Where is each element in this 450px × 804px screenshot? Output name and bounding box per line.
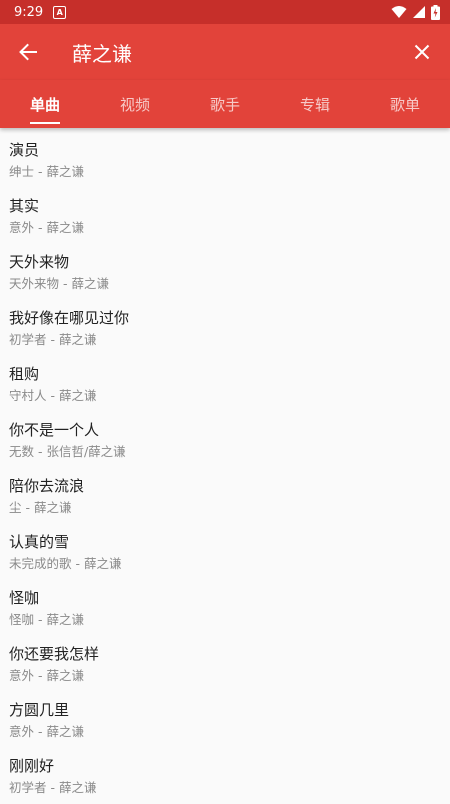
song-title: 认真的雪 — [9, 533, 70, 551]
list-item[interactable]: 认真的雪 未完成的歌 - 薛之谦 — [0, 524, 450, 580]
song-subtitle: 天外来物 - 薛之谦 — [9, 276, 109, 291]
status-bar: 9:29 A — [0, 0, 450, 24]
tab-artists[interactable]: 歌手 — [180, 80, 270, 128]
song-subtitle: 未完成的歌 - 薛之谦 — [9, 556, 122, 571]
song-title: 其实 — [9, 197, 40, 215]
song-subtitle: 初学者 - 薛之谦 — [9, 780, 97, 795]
song-title: 我好像在哪见过你 — [9, 309, 130, 327]
list-item[interactable]: 租购 守村人 - 薛之谦 — [0, 356, 450, 412]
song-subtitle: 意外 - 薛之谦 — [9, 668, 84, 683]
list-item[interactable]: 你还要我怎样 意外 - 薛之谦 — [0, 636, 450, 692]
list-item[interactable]: 天外来物 天外来物 - 薛之谦 — [0, 244, 450, 300]
list-item[interactable]: 刚刚好 初学者 - 薛之谦 — [0, 748, 450, 804]
status-time: 9:29 — [14, 4, 44, 20]
app-bar: 薛之谦 — [0, 24, 450, 80]
song-list: 演员 绅士 - 薛之谦 其实 意外 - 薛之谦 天外来物 天外来物 - 薛之谦 … — [0, 128, 450, 804]
close-button[interactable] — [394, 24, 450, 80]
back-button[interactable] — [0, 24, 56, 80]
list-item[interactable]: 我好像在哪见过你 初学者 - 薛之谦 — [0, 300, 450, 356]
list-item[interactable]: 怪咖 怪咖 - 薛之谦 — [0, 580, 450, 636]
list-item[interactable]: 陪你去流浪 尘 - 薛之谦 — [0, 468, 450, 524]
page-title: 薛之谦 — [72, 41, 132, 66]
song-title: 天外来物 — [9, 253, 70, 271]
list-item[interactable]: 演员 绅士 - 薛之谦 — [0, 132, 450, 188]
song-title: 方圆几里 — [9, 701, 70, 719]
song-title: 你还要我怎样 — [9, 645, 100, 663]
song-title: 租购 — [9, 365, 40, 383]
song-subtitle: 尘 - 薛之谦 — [9, 500, 72, 515]
song-subtitle: 绅士 - 薛之谦 — [9, 164, 84, 179]
song-subtitle: 意外 - 薛之谦 — [9, 220, 84, 235]
tab-bar: 单曲 视频 歌手 专辑 歌单 — [0, 80, 450, 128]
song-subtitle: 无数 - 张信哲/薛之谦 — [9, 444, 126, 459]
song-title: 怪咖 — [9, 589, 40, 607]
list-item[interactable]: 其实 意外 - 薛之谦 — [0, 188, 450, 244]
song-subtitle: 守村人 - 薛之谦 — [9, 388, 97, 403]
song-title: 你不是一个人 — [9, 421, 100, 439]
song-subtitle: 怪咖 - 薛之谦 — [9, 612, 84, 627]
song-title: 刚刚好 — [9, 757, 55, 775]
song-title: 陪你去流浪 — [9, 477, 85, 495]
signal-icon — [413, 6, 425, 18]
list-item[interactable]: 你不是一个人 无数 - 张信哲/薛之谦 — [0, 412, 450, 468]
tab-videos[interactable]: 视频 — [90, 80, 180, 128]
song-title: 演员 — [9, 141, 40, 159]
notification-icon: A — [53, 5, 67, 19]
list-item[interactable]: 方圆几里 意外 - 薛之谦 — [0, 692, 450, 748]
close-icon — [414, 44, 430, 60]
arrow-back-icon — [19, 43, 37, 61]
tab-albums[interactable]: 专辑 — [270, 80, 360, 128]
song-subtitle: 意外 - 薛之谦 — [9, 724, 84, 739]
tab-songs[interactable]: 单曲 — [0, 80, 90, 128]
wifi-icon — [391, 6, 407, 18]
battery-icon — [431, 4, 440, 20]
tab-playlists[interactable]: 歌单 — [360, 80, 450, 128]
song-subtitle: 初学者 - 薛之谦 — [9, 332, 97, 347]
